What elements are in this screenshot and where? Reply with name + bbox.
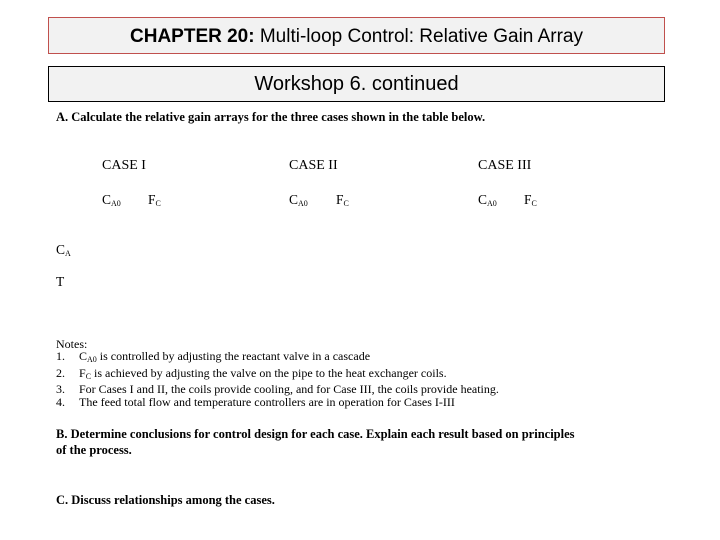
var-subscript: A0 [87, 355, 97, 365]
case-3-title: CASE III [478, 158, 532, 173]
case-2-col-ca0: CA0 [289, 192, 308, 208]
var-symbol: F [336, 192, 344, 207]
note-number: 3. [56, 382, 65, 397]
chapter-title: Multi-loop Control: Relative Gain Array [259, 26, 583, 47]
var-symbol: C [102, 192, 112, 207]
var-symbol: C [478, 192, 488, 207]
workshop-subtitle-banner: Workshop 6. continued [48, 66, 665, 102]
var-subscript: C [343, 199, 349, 208]
var-symbol: F [79, 365, 86, 380]
note-text: The feed total flow and temperature cont… [79, 394, 455, 409]
var-subscript: A [65, 249, 71, 258]
note-number: 4. [56, 394, 65, 409]
case-3-col-ca0: CA0 [478, 192, 497, 208]
chapter-title-banner: CHAPTER 20: Multi-loop Control: Relative… [48, 17, 665, 54]
var-symbol: C [56, 242, 66, 257]
note-item: 1. CA0 is controlled by adjusting the rea… [56, 350, 499, 366]
question-b-line-1: B. Determine conclusions for control des… [56, 427, 575, 441]
question-c: C. Discuss relationships among the cases… [56, 493, 275, 507]
var-subscript: A0 [487, 199, 497, 208]
note-item: 4. The feed total flow and temperature co… [56, 394, 499, 409]
case-2-title: CASE II [289, 158, 338, 173]
notes-section: Notes: 1. CA0 is controlled by adjusting … [56, 338, 499, 408]
note-number: 1. [56, 349, 65, 364]
var-symbol: F [148, 192, 156, 207]
case-3-col-fc: FC [524, 192, 537, 208]
row-label-ca: CA [56, 242, 71, 258]
chapter-label: CHAPTER 20: [130, 26, 255, 47]
case-2-col-fc: FC [336, 192, 349, 208]
var-subscript: C [531, 199, 537, 208]
note-text: is achieved by adjusting the valve on th… [91, 365, 447, 380]
note-item: 2. FC is achieved by adjusting the valve … [56, 365, 499, 383]
var-symbol: F [524, 192, 532, 207]
case-1-title: CASE I [102, 158, 146, 173]
var-subscript: A0 [298, 199, 308, 208]
var-subscript: C [155, 199, 161, 208]
question-b-line-2: of the process. [56, 443, 132, 457]
row-label-t: T [56, 274, 64, 290]
workshop-subtitle: Workshop 6. continued [254, 73, 459, 95]
note-number: 2. [56, 365, 65, 380]
case-1-col-ca0: CA0 [102, 192, 121, 208]
question-a: A. Calculate the relative gain arrays fo… [56, 110, 486, 124]
var-subscript: A0 [111, 199, 121, 208]
var-symbol: T [56, 274, 65, 289]
note-text: is controlled by adjusting the reactant … [96, 349, 371, 364]
var-symbol: C [79, 349, 88, 364]
case-1-col-fc: FC [148, 192, 161, 208]
var-symbol: C [289, 192, 299, 207]
